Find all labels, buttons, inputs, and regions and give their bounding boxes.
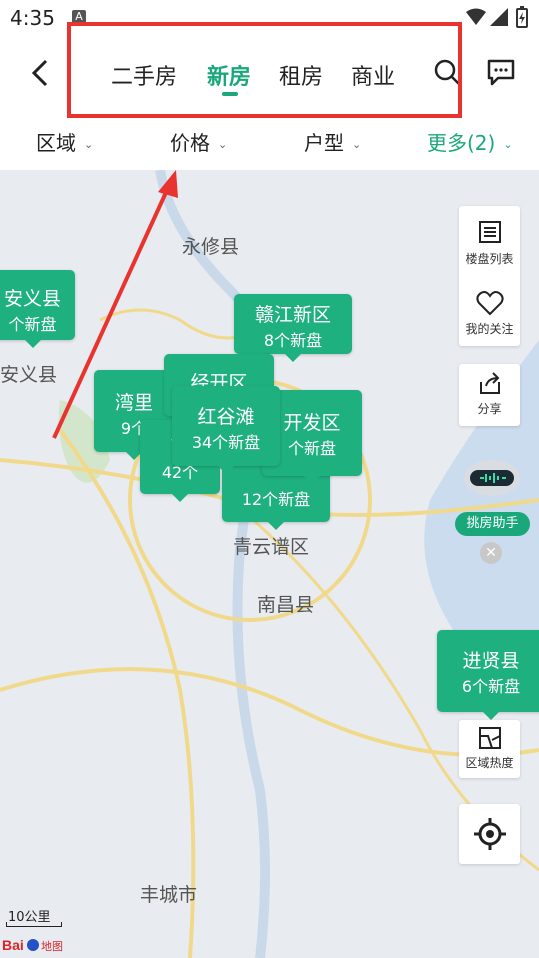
heatmap-icon (479, 727, 501, 749)
list-icon (479, 221, 501, 243)
map-marker-ganjiang[interactable]: 赣江新区 8个新盘 (234, 294, 352, 362)
filter-layout[interactable]: 户型 ⌄ (304, 127, 361, 156)
message-icon[interactable] (486, 58, 516, 86)
building-list-label: 楼盘列表 (465, 252, 514, 266)
assistant-label: 挑房助手 (455, 512, 530, 536)
filter-price[interactable]: 价格 ⌄ (170, 127, 227, 156)
locate-button[interactable] (459, 804, 520, 864)
scale-label: 10公里 (8, 910, 51, 925)
map-label-yongxiu: 永修县 (182, 236, 240, 258)
chevron-down-icon: ⌄ (352, 138, 362, 151)
building-list-button[interactable]: 楼盘列表 (459, 206, 520, 276)
filter-more[interactable]: 更多(2) ⌄ (427, 127, 513, 156)
map-marker-jinxian[interactable]: 进贤县 6个新盘 (437, 630, 539, 720)
assistant-button[interactable]: 挑房助手 (455, 456, 530, 536)
region-heat-label: 区域热度 (465, 756, 514, 770)
robot-assistant-icon (464, 460, 520, 496)
my-follow-button[interactable]: 我的关注 (459, 282, 520, 346)
share-icon (480, 372, 500, 394)
signal-icon (490, 8, 508, 26)
wifi-icon (466, 8, 486, 25)
chevron-down-icon: ⌄ (84, 138, 94, 151)
highlight-box (67, 22, 462, 118)
my-follow-label: 我的关注 (465, 322, 514, 336)
share-label: 分享 (477, 402, 502, 416)
baidu-map-logo: Bai 地图 (2, 937, 63, 953)
share-button[interactable]: 分享 (459, 364, 520, 426)
svg-text:Bai: Bai (2, 937, 24, 953)
map-label-qingyunpu: 青云谱区 (233, 536, 310, 558)
heart-icon (476, 291, 504, 316)
locate-icon (474, 818, 506, 850)
close-assistant-icon[interactable]: ✕ (480, 542, 502, 564)
annotation-arrow (52, 170, 178, 439)
svg-text:地图: 地图 (41, 940, 63, 953)
back-icon[interactable] (30, 58, 52, 88)
map-label-fengcheng: 丰城市 (140, 884, 198, 906)
region-heat-button[interactable]: 区域热度 (459, 720, 520, 778)
status-time: 4:35 (10, 6, 55, 30)
battery-icon (516, 6, 528, 28)
filter-region[interactable]: 区域 ⌄ (36, 127, 93, 156)
chevron-down-icon: ⌄ (218, 138, 228, 151)
chevron-down-icon: ⌄ (503, 138, 513, 151)
map-label-nanchang-county: 南昌县 (257, 594, 315, 616)
side-panel-top: 楼盘列表 我的关注 (459, 206, 520, 346)
